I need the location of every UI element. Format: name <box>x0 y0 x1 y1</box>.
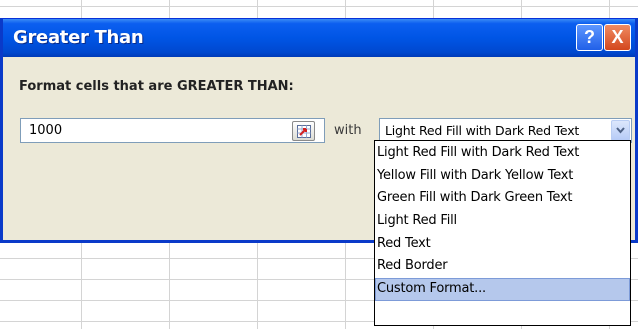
format-dropdown-list: Light Red Fill with Dark Red Text Yellow… <box>374 140 631 326</box>
range-select-icon <box>297 125 311 138</box>
format-option[interactable]: Light Red Fill <box>375 210 630 233</box>
format-option[interactable]: Red Text <box>375 233 630 256</box>
help-icon: ? <box>584 27 595 47</box>
format-option[interactable]: Yellow Fill with Dark Yellow Text <box>375 165 630 188</box>
screen: Greater Than ? X Format cells that are G… <box>0 0 638 329</box>
with-label: with <box>334 123 362 138</box>
dialog-title: Greater Than <box>13 27 144 48</box>
format-option[interactable]: Green Fill with Dark Green Text <box>375 187 630 210</box>
close-button[interactable]: X <box>604 24 631 51</box>
chevron-down-icon <box>616 127 625 134</box>
value-input[interactable] <box>20 118 325 143</box>
range-select-button[interactable] <box>292 121 315 141</box>
title-bar[interactable]: Greater Than ? X <box>3 19 635 57</box>
format-select-value: Light Red Fill with Dark Red Text <box>385 123 580 138</box>
format-option[interactable]: Red Border <box>375 255 630 278</box>
dropdown-button[interactable] <box>611 120 630 141</box>
format-option[interactable]: Light Red Fill with Dark Red Text <box>375 142 630 165</box>
help-button[interactable]: ? <box>576 24 603 51</box>
prompt-label: Format cells that are GREATER THAN: <box>19 79 294 94</box>
format-option-custom[interactable]: Custom Format... <box>375 278 630 301</box>
close-icon: X <box>611 27 624 47</box>
